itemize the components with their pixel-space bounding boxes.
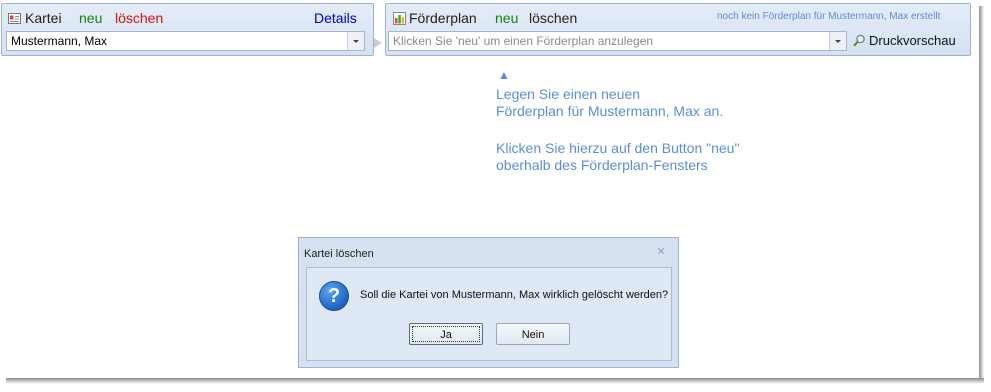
no-button[interactable]: Nein: [496, 323, 570, 345]
hint-line-1: Legen Sie einen neuen: [496, 86, 641, 102]
dialog-message: Soll die Kartei von Mustermann, Max wirk…: [360, 289, 669, 301]
delete-dialog: Kartei löschen ✕ ? Soll die Kartei von M…: [298, 237, 679, 368]
magnifier-icon: [853, 34, 865, 47]
hint-arrow-icon: ▲: [498, 68, 510, 82]
window-shadow-right: [979, 6, 984, 382]
foerderplan-status: noch kein Förderplan für Mustermann, Max…: [717, 11, 941, 22]
hint-line-3: Klicken Sie hierzu auf den Button "neu": [496, 140, 740, 156]
dialog-body: ? Soll die Kartei von Mustermann, Max wi…: [306, 267, 672, 361]
card-icon: [8, 13, 21, 24]
foerderplan-panel: Förderplan neu löschen noch kein Förderp…: [385, 3, 971, 56]
hint-line-4: oberhalb des Förderplan-Fensters: [496, 157, 708, 173]
person-select-value: Mustermann, Max: [11, 34, 108, 48]
foerderplan-title: Förderplan: [409, 10, 477, 26]
kartei-title: Kartei: [25, 10, 62, 26]
foerderplan-delete-link[interactable]: löschen: [529, 10, 577, 26]
foerderplan-select-placeholder: Klicken Sie 'neu' um einen Förderplan an…: [393, 34, 654, 48]
kartei-panel: Kartei neu löschen Details Mustermann, M…: [1, 3, 374, 56]
bar-chart-icon: [393, 12, 406, 25]
dialog-title: Kartei löschen: [304, 248, 374, 260]
person-select[interactable]: Mustermann, Max: [6, 31, 365, 51]
question-icon: ?: [319, 281, 349, 311]
window-shadow-bottom: [6, 378, 984, 384]
kartei-details-link[interactable]: Details: [314, 10, 357, 26]
connector-arrow-icon: [374, 38, 382, 48]
kartei-delete-link[interactable]: löschen: [115, 10, 163, 26]
hint-line-2: Förderplan für Mustermann, Max an.: [496, 103, 724, 119]
yes-button[interactable]: Ja: [409, 323, 483, 345]
chevron-down-icon[interactable]: [347, 32, 364, 50]
foerderplan-select[interactable]: Klicken Sie 'neu' um einen Förderplan an…: [388, 31, 847, 51]
kartei-new-link[interactable]: neu: [79, 10, 102, 26]
foerderplan-new-link[interactable]: neu: [495, 10, 518, 26]
chevron-down-icon[interactable]: [829, 32, 846, 50]
print-preview-button[interactable]: Druckvorschau: [869, 33, 956, 48]
close-icon[interactable]: ✕: [655, 246, 667, 258]
